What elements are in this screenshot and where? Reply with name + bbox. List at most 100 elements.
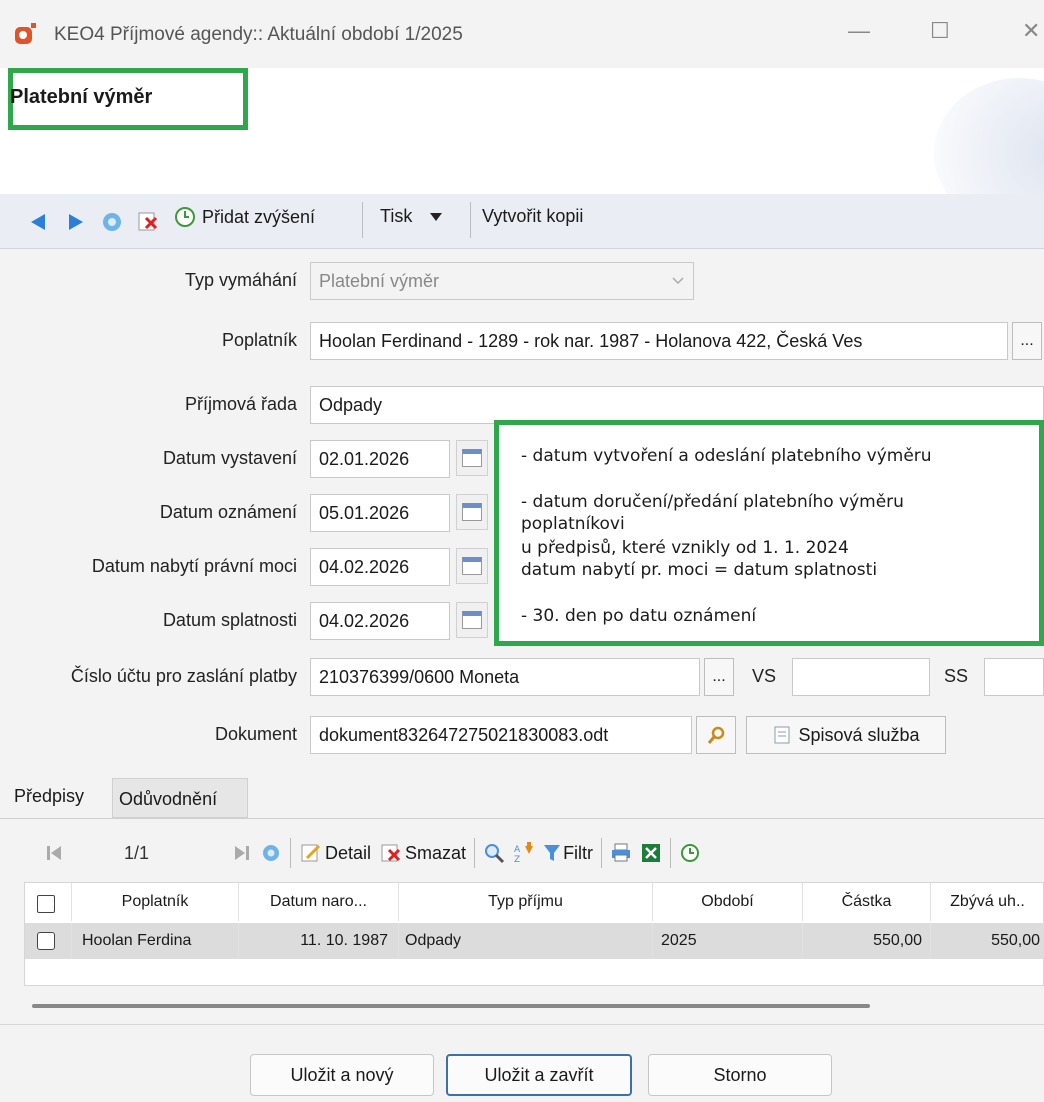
- note-line: - 30. den po datu oznámení: [521, 606, 757, 626]
- ss-label: SS: [944, 666, 969, 686]
- filter-button[interactable]: Filtr: [543, 843, 593, 864]
- delete-button[interactable]: Smazat: [379, 842, 466, 864]
- oznameni-label: Datum oznámení: [159, 502, 297, 522]
- refresh-icon[interactable]: [100, 210, 124, 234]
- cell-zbyva: 550,00: [931, 923, 1044, 959]
- tab-predpisy[interactable]: Předpisy: [0, 778, 108, 818]
- print-icon[interactable]: [610, 842, 632, 864]
- minimize-button[interactable]: —: [848, 18, 870, 44]
- typ-select[interactable]: Platební výměr: [310, 262, 694, 300]
- arrow-left-icon[interactable]: [28, 212, 48, 232]
- pravni-label: Datum nabytí právní moci: [91, 556, 297, 576]
- cancel-button[interactable]: Storno: [648, 1054, 832, 1096]
- tab-label: Předpisy: [14, 786, 85, 806]
- checkbox-icon: [37, 932, 55, 950]
- refresh-icon[interactable]: [260, 842, 282, 864]
- note-line: - datum vytvoření a odeslání platebního …: [521, 446, 932, 466]
- vystaveni-label: Datum vystavení: [162, 448, 297, 468]
- calendar-button[interactable]: [456, 440, 488, 476]
- clock-icon[interactable]: [679, 842, 701, 864]
- horizontal-scrollbar[interactable]: [32, 1004, 870, 1008]
- annotation-note-box: - datum vytvoření a odeslání platebního …: [494, 420, 1044, 646]
- oznameni-date-input[interactable]: 05.01.2026: [310, 494, 450, 532]
- arrow-right-icon[interactable]: [66, 212, 86, 232]
- grid-header: Poplatník Datum naro... Typ příjmu Obdob…: [25, 883, 1044, 924]
- checkbox-icon: [37, 895, 55, 913]
- filter-icon: [544, 845, 561, 861]
- ucet-more-button[interactable]: ...: [704, 658, 734, 696]
- poplatnik-more-button[interactable]: ...: [1012, 322, 1042, 360]
- add-increase-label: Přidat zvýšení: [202, 206, 316, 227]
- calendar-button[interactable]: [456, 548, 488, 584]
- vystaveni-date-input[interactable]: 02.01.2026: [310, 440, 450, 478]
- row-checkbox[interactable]: [37, 932, 55, 950]
- column-header[interactable]: Poplatník: [71, 883, 239, 921]
- first-page-icon[interactable]: [44, 843, 64, 863]
- ss-input[interactable]: [984, 658, 1044, 696]
- copy-button[interactable]: Vytvořit kopii: [482, 206, 583, 227]
- table-row[interactable]: Hoolan Ferdina 11. 10. 1987 Odpady 2025 …: [25, 923, 1044, 959]
- last-page-icon[interactable]: [232, 843, 252, 863]
- footer-divider: [0, 1024, 1044, 1025]
- tab-divider: [0, 818, 1044, 819]
- note-line: poplatníkovi: [521, 514, 625, 534]
- svg-text:A: A: [514, 845, 521, 855]
- excel-icon[interactable]: [640, 842, 662, 864]
- ucet-field[interactable]: 210376399/0600 Moneta: [310, 658, 700, 696]
- cell-datum: 11. 10. 1987: [239, 923, 399, 959]
- delete-label: Smazat: [405, 842, 467, 863]
- calendar-icon: [462, 611, 482, 629]
- window-title: KEO4 Příjmové agendy:: Aktuální období 1…: [54, 24, 463, 45]
- column-header[interactable]: Typ příjmu: [399, 883, 653, 921]
- save-close-button[interactable]: Uložit a zavřít: [446, 1054, 632, 1096]
- calendar-icon: [462, 503, 482, 521]
- toolbar-separator: [470, 202, 471, 238]
- typ-label: Typ vymáhání: [184, 270, 297, 290]
- svg-text:Z: Z: [514, 855, 520, 864]
- close-button[interactable]: ✕: [1022, 18, 1040, 44]
- copy-label: Vytvořit kopii: [482, 206, 584, 226]
- pravni-date-input[interactable]: 04.02.2026: [310, 548, 450, 586]
- rada-field[interactable]: Odpady: [310, 386, 1044, 424]
- search-icon[interactable]: [483, 842, 505, 864]
- maximize-button[interactable]: ☐: [930, 18, 950, 44]
- grid-toolbar: 1/1 Detail Smazat AZ Filtr: [44, 838, 701, 868]
- column-header[interactable]: Zbývá uh..: [931, 883, 1044, 921]
- ucet-label: Číslo účtu pro zaslání platby: [70, 666, 297, 686]
- splatnost-label: Datum splatnosti: [162, 610, 297, 630]
- toolbar-separator: [474, 838, 476, 868]
- detail-button[interactable]: Detail: [299, 842, 371, 864]
- delete-icon[interactable]: [136, 210, 160, 234]
- typ-value: Platební výměr: [319, 270, 440, 291]
- save-new-button[interactable]: Uložit a nový: [250, 1054, 434, 1096]
- poplatnik-field[interactable]: Hoolan Ferdinand - 1289 - rok nar. 1987 …: [310, 322, 1008, 360]
- clock-icon: [175, 207, 195, 227]
- column-header[interactable]: Období: [653, 883, 803, 921]
- add-increase-button[interactable]: Přidat zvýšení: [174, 206, 315, 228]
- magnifier-icon: [707, 726, 725, 744]
- sort-icon[interactable]: AZ: [513, 842, 535, 864]
- calendar-button[interactable]: [456, 602, 488, 638]
- app-logo-icon: [15, 23, 36, 44]
- vs-label: VS: [752, 666, 777, 686]
- calendar-button[interactable]: [456, 494, 488, 530]
- spisova-sluzba-button[interactable]: Spisová služba: [746, 716, 946, 754]
- edit-icon: [301, 844, 321, 862]
- page-indicator: 1/1: [124, 842, 150, 863]
- column-header[interactable]: Částka: [803, 883, 931, 921]
- rada-label: Příjmová řada: [184, 394, 297, 414]
- calendar-icon: [462, 557, 482, 575]
- delete-icon: [381, 844, 401, 862]
- dokument-field[interactable]: dokument832647275021830083.odt: [310, 716, 692, 754]
- splatnost-date-input[interactable]: 04.02.2026: [310, 602, 450, 640]
- calendar-icon: [462, 449, 482, 467]
- cell-typ: Odpady: [399, 923, 653, 959]
- column-header[interactable]: Datum naro...: [239, 883, 399, 921]
- toolbar-separator: [601, 838, 603, 868]
- print-dropdown[interactable]: Tisk: [380, 206, 444, 227]
- tab-label: Odůvodnění: [119, 789, 218, 809]
- tab-oduvodneni[interactable]: Odůvodnění: [112, 778, 248, 818]
- select-all-checkbox[interactable]: [37, 895, 55, 913]
- vs-input[interactable]: [792, 658, 930, 696]
- open-document-button[interactable]: [696, 716, 736, 754]
